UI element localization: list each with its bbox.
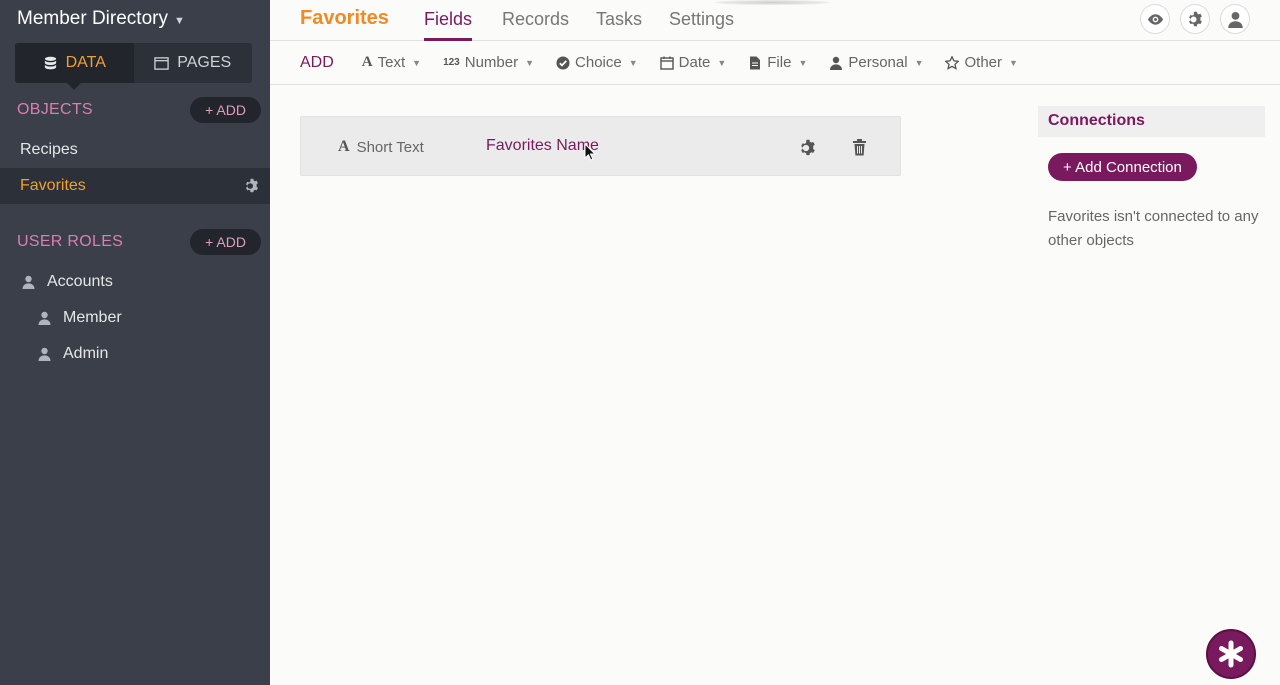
field-type-date[interactable]: Date ▼ xyxy=(659,54,727,71)
user-icon xyxy=(1227,11,1243,28)
user-icon xyxy=(38,311,51,325)
field-type-label: File xyxy=(767,54,792,71)
field-type-label: Other xyxy=(964,54,1002,71)
account-button[interactable] xyxy=(1220,4,1250,34)
add-connection-button[interactable]: + Add Connection xyxy=(1048,153,1197,181)
field-row[interactable]: A Short Text Favorites Name xyxy=(300,116,901,176)
sidebar-item-label: Accounts xyxy=(47,273,113,290)
gear-icon xyxy=(1188,11,1202,26)
chevron-down-icon: ▼ xyxy=(1009,57,1018,68)
app-title: Member Directory xyxy=(17,8,168,29)
help-chat-button[interactable] xyxy=(1206,629,1256,679)
chevron-down-icon: ▼ xyxy=(798,57,808,68)
sidebar-item-admin[interactable]: Admin xyxy=(0,336,270,372)
file-icon xyxy=(750,56,761,69)
preview-button[interactable] xyxy=(1140,4,1170,34)
data-mode-button[interactable]: DATA xyxy=(15,43,134,90)
mouse-cursor-icon xyxy=(584,143,596,161)
add-object-button[interactable]: + ADD xyxy=(190,97,261,123)
field-type-other[interactable]: Other ▼ xyxy=(945,54,1018,71)
sidebar-item-label: Member xyxy=(63,309,122,326)
person-icon xyxy=(830,56,843,70)
chevron-down-icon: ▼ xyxy=(173,14,185,27)
field-type-toolbar: ADD A Text ▼ 123 Number ▼ Choice ▼ Date … xyxy=(270,41,1280,85)
pages-mode-label: PAGES xyxy=(177,54,232,71)
field-type-name: Short Text xyxy=(356,138,424,156)
field-name[interactable]: Favorites Name xyxy=(486,137,599,155)
chevron-down-icon: ▼ xyxy=(412,57,422,68)
chevron-down-icon: ▼ xyxy=(525,57,535,68)
add-field-button[interactable]: ADD xyxy=(300,54,334,72)
add-role-button[interactable]: + ADD xyxy=(190,229,261,255)
sidebar-item-accounts[interactable]: Accounts xyxy=(0,264,270,300)
field-type-choice[interactable]: Choice ▼ xyxy=(556,54,638,71)
number-icon: 123 xyxy=(443,57,460,68)
top-bar: Favorites Fields Records Tasks Settings xyxy=(270,0,1280,41)
field-type-file[interactable]: File ▼ xyxy=(748,54,807,71)
asterisk-icon xyxy=(1219,640,1243,668)
sidebar-item-favorites[interactable]: Favorites xyxy=(0,168,270,204)
text-icon: A xyxy=(338,138,350,155)
text-icon: A xyxy=(361,54,373,70)
user-icon xyxy=(38,347,51,361)
star-icon xyxy=(945,55,960,70)
connections-empty-note: Favorites isn't connected to any other o… xyxy=(1048,208,1259,249)
field-type-label: Date xyxy=(678,54,711,71)
field-type-label: Choice xyxy=(575,54,622,71)
field-type-number[interactable]: 123 Number ▼ xyxy=(443,54,534,71)
field-type-label: Personal xyxy=(848,54,908,71)
tab-tasks[interactable]: Tasks xyxy=(596,9,642,41)
sidebar-item-label: Favorites xyxy=(20,177,86,194)
trash-icon[interactable] xyxy=(852,139,867,156)
tab-records[interactable]: Records xyxy=(502,9,569,41)
field-type-personal[interactable]: Personal ▼ xyxy=(829,54,923,71)
connections-heading: Connections xyxy=(1038,106,1265,137)
object-title: Favorites xyxy=(300,7,389,29)
sidebar-item-recipes[interactable]: Recipes xyxy=(0,132,270,168)
sidebar-item-label: Recipes xyxy=(20,141,78,158)
sidebar-item-member[interactable]: Member xyxy=(0,300,270,336)
chevron-down-icon: ▼ xyxy=(914,57,924,68)
tab-settings[interactable]: Settings xyxy=(669,9,734,41)
field-type-label: Number xyxy=(464,54,519,71)
field-type-indicator: A Short Text xyxy=(338,138,424,156)
user-icon xyxy=(22,275,35,289)
mode-switch: DATA PAGES xyxy=(15,43,253,90)
tooltip-shadow xyxy=(715,0,830,5)
sidebar-item-label: Admin xyxy=(63,345,109,362)
data-mode-label: DATA xyxy=(65,54,106,71)
chevron-down-icon: ▼ xyxy=(628,57,638,68)
calendar-icon xyxy=(659,56,674,70)
tab-fields[interactable]: Fields xyxy=(424,9,473,41)
eye-icon xyxy=(1147,13,1163,25)
window-icon xyxy=(154,56,169,70)
objects-heading: OBJECTS xyxy=(17,101,93,118)
app-title-dropdown[interactable]: Member Directory ▼ xyxy=(17,8,185,30)
check-circle-icon xyxy=(556,56,570,69)
field-type-text[interactable]: A Text ▼ xyxy=(362,54,421,71)
pages-mode-button[interactable]: PAGES xyxy=(134,43,253,83)
field-type-label: Text xyxy=(377,54,406,71)
sidebar: Member Directory ▼ DATA PAGES OBJECTS + … xyxy=(0,0,270,685)
gear-icon[interactable] xyxy=(799,139,817,157)
database-icon xyxy=(44,56,56,69)
settings-button[interactable] xyxy=(1180,4,1210,34)
gear-icon[interactable] xyxy=(244,178,260,194)
chevron-down-icon: ▼ xyxy=(717,57,727,68)
user-roles-heading: USER ROLES xyxy=(17,233,124,250)
